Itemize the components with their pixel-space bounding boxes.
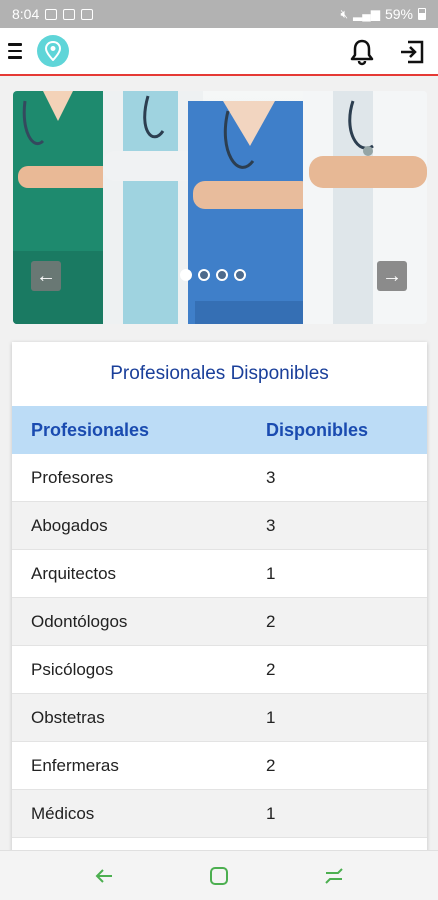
battery-icon: [418, 8, 426, 20]
status-bar: 8:04 🔇︎ ▂▄▆ 59%: [0, 0, 438, 28]
carousel-dot[interactable]: [180, 269, 192, 281]
professionals-card: Profesionales Disponibles Profesionales …: [12, 342, 427, 862]
table-row[interactable]: Arquitectos 1: [12, 550, 427, 598]
table-body: Profesores 3 Abogados 3 Arquitectos 1 Od…: [12, 454, 427, 838]
row-count: 3: [266, 467, 276, 487]
download-icon: [63, 8, 76, 20]
column-header-available: Disponibles: [266, 419, 369, 440]
table-row[interactable]: Enfermeras 2: [12, 742, 427, 790]
row-count: 1: [266, 563, 276, 583]
mail-icon: [81, 8, 94, 20]
row-profession: Arquitectos: [31, 563, 117, 583]
row-profession: Psicólogos: [31, 659, 114, 679]
carousel-indicators: [180, 269, 246, 281]
home-icon[interactable]: [208, 865, 230, 887]
row-profession: Médicos: [31, 803, 95, 823]
location-pin-icon[interactable]: [37, 35, 69, 67]
row-count: 1: [266, 707, 276, 727]
carousel[interactable]: ← →: [13, 91, 427, 324]
carousel-dot[interactable]: [198, 269, 210, 281]
row-profession: Obstetras: [31, 707, 105, 727]
signal-icon: ▂▄▆: [353, 7, 380, 21]
row-count: 2: [266, 659, 276, 679]
bell-icon[interactable]: [348, 38, 376, 66]
table-row[interactable]: Abogados 3: [12, 502, 427, 550]
system-nav-bar: [0, 850, 438, 900]
row-count: 2: [266, 611, 276, 631]
menu-icon[interactable]: [8, 43, 22, 59]
mute-icon: 🔇︎: [340, 6, 348, 21]
table-row[interactable]: Profesores 3: [12, 454, 427, 502]
table-row[interactable]: Médicos 1: [12, 790, 427, 838]
row-profession: Enfermeras: [31, 755, 119, 775]
back-icon[interactable]: [93, 865, 115, 887]
card-title: Profesionales Disponibles: [110, 363, 329, 384]
status-time: 8:04: [12, 6, 40, 22]
row-profession: Odontólogos: [31, 611, 128, 631]
carousel-image-doctors: [13, 91, 427, 324]
carousel-dot[interactable]: [234, 269, 246, 281]
column-header-professionals: Profesionales: [31, 419, 150, 440]
app-bar: [0, 28, 438, 76]
table-row[interactable]: Obstetras 1: [12, 694, 427, 742]
row-profession: Profesores: [31, 467, 114, 487]
image-icon: [45, 8, 58, 20]
row-count: 1: [266, 803, 276, 823]
carousel-dot[interactable]: [216, 269, 228, 281]
table-row[interactable]: Psicólogos 2: [12, 646, 427, 694]
row-count: 2: [266, 755, 276, 775]
row-profession: Abogados: [31, 515, 108, 535]
login-icon[interactable]: [398, 38, 426, 66]
battery-percent: 59%: [384, 6, 413, 22]
recents-icon[interactable]: [323, 865, 345, 887]
arrow-left-icon[interactable]: ←: [31, 261, 61, 291]
table-row[interactable]: Odontólogos 2: [12, 598, 427, 646]
row-count: 3: [266, 515, 276, 535]
table-header: Profesionales Disponibles: [12, 406, 427, 454]
arrow-right-icon[interactable]: →: [377, 261, 407, 291]
